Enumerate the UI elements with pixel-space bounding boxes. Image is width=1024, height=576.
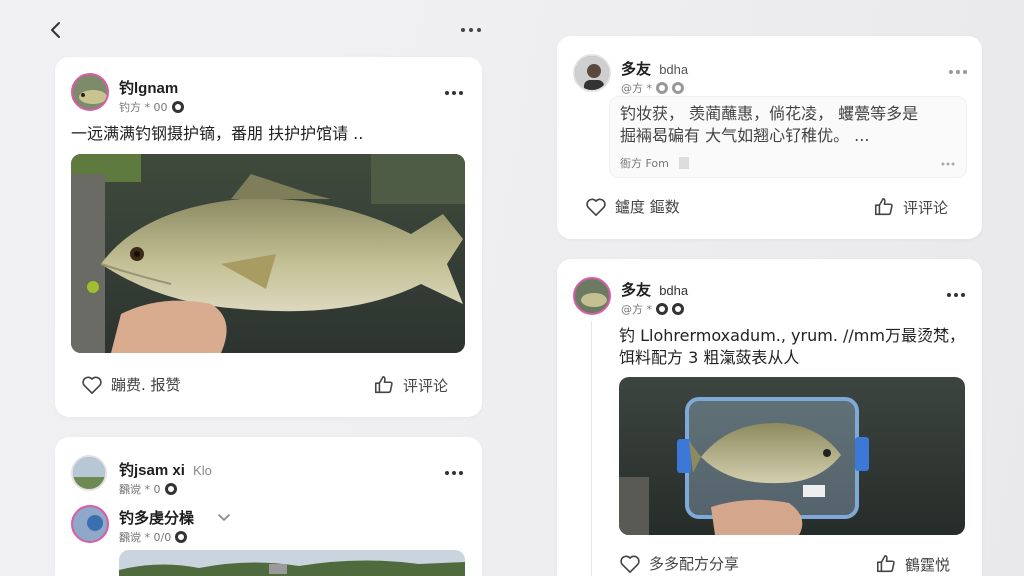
like-button[interactable]: 多多配方分享	[619, 553, 739, 574]
like-label: 蹦费. 报赞	[111, 376, 181, 394]
comment-button[interactable]: 评评论	[873, 196, 948, 218]
username-suffix: bdha	[659, 62, 689, 77]
like-label: 鑪度 鏂数	[615, 198, 680, 216]
avatar[interactable]	[573, 277, 611, 315]
post-meta: 飜谠 * 0/0	[119, 529, 188, 545]
more-horizontal-icon[interactable]	[458, 20, 484, 40]
post-text: 饵料配方 3 粗滊蔹表从人	[619, 348, 800, 367]
more-horizontal-icon[interactable]	[443, 465, 465, 481]
verified-icon	[656, 303, 668, 315]
comment-label: 鶴霆悦	[905, 555, 951, 574]
thread-line	[591, 321, 592, 576]
post-meta: 飜谠 * 0	[119, 481, 177, 497]
sub-username[interactable]: 钓多虔分橾	[119, 507, 194, 528]
image-thumb-icon	[678, 157, 689, 169]
avatar[interactable]	[71, 505, 109, 543]
heart-icon	[586, 198, 606, 216]
post-photo[interactable]	[119, 550, 465, 576]
thumbs-up-icon	[876, 554, 895, 573]
quoted-post[interactable]: 钓妆获， 羡蔺蘸惠，倘花凌， 蠼甍等多是 掘裲曷碥有 大气如翘心钌稚优。 ...…	[609, 96, 967, 178]
post-meta: @方 *	[621, 80, 684, 96]
username[interactable]: 钓lgnam	[119, 77, 178, 98]
username[interactable]: 多友 bdha	[621, 279, 688, 300]
verified-icon	[672, 82, 684, 94]
post-photo[interactable]	[619, 377, 965, 535]
comment-label: 评评论	[403, 376, 449, 395]
username[interactable]: 多友 bdha	[621, 58, 688, 79]
thumbs-up-icon	[374, 375, 393, 394]
post-card: 多友 bdha @方 * 钓 Llohrermoxadum., yrum. //…	[557, 259, 982, 576]
verified-icon	[672, 303, 684, 315]
username-text: 多友	[621, 61, 652, 78]
post-meta: 钓方 * 00	[119, 99, 184, 115]
quote-text: 掘裲曷碥有 大气如翘心钌稚优。 ...	[620, 126, 870, 145]
avatar[interactable]	[71, 73, 109, 111]
meta-text: 飜谠 * 0/0	[119, 531, 172, 544]
meta-text: @方 *	[621, 303, 652, 316]
like-button[interactable]: 蹦费. 报赞	[81, 374, 181, 395]
heart-icon	[82, 376, 102, 394]
top-bar	[0, 0, 500, 60]
post-card: 钓lgnam 钓方 * 00 一远满满钓钢摄护镝，番朋 扶护护馆请 .. 蹦费.…	[55, 57, 482, 417]
username[interactable]: 钓jsam xi Klo	[119, 459, 212, 480]
more-horizontal-icon[interactable]	[940, 159, 956, 169]
username-text: 多友	[621, 282, 652, 299]
quote-meta: 衙方 Fom	[620, 155, 689, 171]
verified-icon	[171, 101, 184, 113]
verified-icon	[656, 82, 668, 94]
post-photo[interactable]	[71, 154, 465, 353]
meta-text: 衙方 Fom	[620, 157, 669, 170]
post-meta: @方 *	[621, 301, 684, 317]
like-label: 多多配方分享	[649, 555, 740, 573]
avatar[interactable]	[573, 54, 611, 92]
username-suffix: Klo	[193, 463, 212, 478]
comment-button[interactable]: 评评论	[373, 374, 448, 396]
post-text: 一远满满钓钢摄护镝，番朋 扶护护馆请 ..	[71, 124, 364, 143]
more-horizontal-icon[interactable]	[443, 85, 465, 101]
avatar[interactable]	[71, 455, 107, 491]
meta-text: 飜谠 * 0	[119, 483, 161, 496]
thumbs-up-icon	[874, 197, 893, 216]
meta-text: 钓方 * 00	[119, 101, 168, 114]
username-suffix: bdha	[659, 283, 689, 298]
chevron-down-icon[interactable]	[217, 513, 231, 523]
post-card: 多友 bdha @方 * 钓妆获， 羡蔺蘸惠，倘花凌， 蠼甍等多是 掘裲曷碥有 …	[557, 36, 982, 239]
username-text: 钓jsam xi	[119, 462, 185, 479]
post-text: 钓 Llohrermoxadum., yrum. //mm万最烫梵，	[619, 326, 965, 345]
more-horizontal-icon[interactable]	[945, 287, 967, 303]
comment-label: 评评论	[903, 198, 949, 217]
like-button[interactable]: 鑪度 鏂数	[585, 196, 680, 217]
meta-text: @方 *	[621, 82, 652, 95]
chevron-left-icon[interactable]	[44, 18, 68, 42]
comment-button[interactable]: 鶴霆悦	[875, 553, 950, 575]
verified-icon	[164, 483, 177, 495]
verified-icon	[175, 531, 188, 543]
heart-icon	[620, 555, 640, 573]
quote-text: 钓妆获， 羡蔺蘸惠，倘花凌， 蠼甍等多是	[620, 104, 919, 123]
more-horizontal-icon[interactable]	[947, 64, 969, 80]
post-card: 钓jsam xi Klo 飜谠 * 0 钓多虔分橾 飜谠 * 0/0	[55, 437, 482, 576]
